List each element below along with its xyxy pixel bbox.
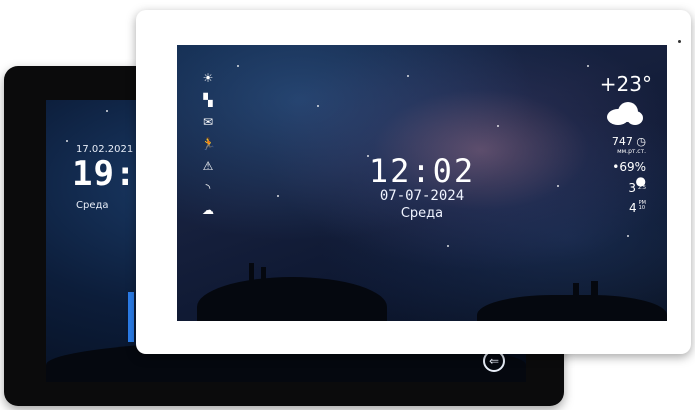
- pm25-value: 3: [628, 181, 637, 195]
- back-weekday-label: Среда: [76, 200, 109, 211]
- chat-icon[interactable]: ▚: [201, 93, 215, 107]
- pm10-reading: 4 PM 10: [610, 201, 646, 216]
- sun-icon[interactable]: ☀: [201, 71, 215, 85]
- motion-icon[interactable]: 🏃: [201, 137, 216, 151]
- cloud-icon: [607, 102, 643, 125]
- pressure-unit: мм.рт.ст.: [617, 148, 646, 155]
- clock-weekday: Среда: [400, 206, 444, 221]
- pm10-value: 4: [629, 201, 637, 215]
- clock-date: 07-07-2024: [379, 188, 465, 204]
- pm10-label-bottom: 10: [638, 205, 646, 211]
- gauge-icon: ◷: [636, 135, 646, 148]
- cloud-icon[interactable]: ☁: [201, 203, 215, 217]
- mail-icon[interactable]: ✉: [201, 115, 215, 129]
- back-accent-bar: [128, 292, 134, 342]
- clock-time: 12:02: [368, 152, 476, 190]
- pressure-value: 747 ◷: [611, 135, 646, 148]
- alarm-icon[interactable]: ⚠: [201, 159, 215, 173]
- camera-dot: [678, 40, 681, 43]
- pm25-label-bottom: 2.5: [638, 185, 646, 191]
- rss-icon[interactable]: ◝: [201, 181, 215, 195]
- temperature-value: +23°: [599, 72, 652, 96]
- pm25-reading: 3 PM 2.5: [610, 181, 646, 196]
